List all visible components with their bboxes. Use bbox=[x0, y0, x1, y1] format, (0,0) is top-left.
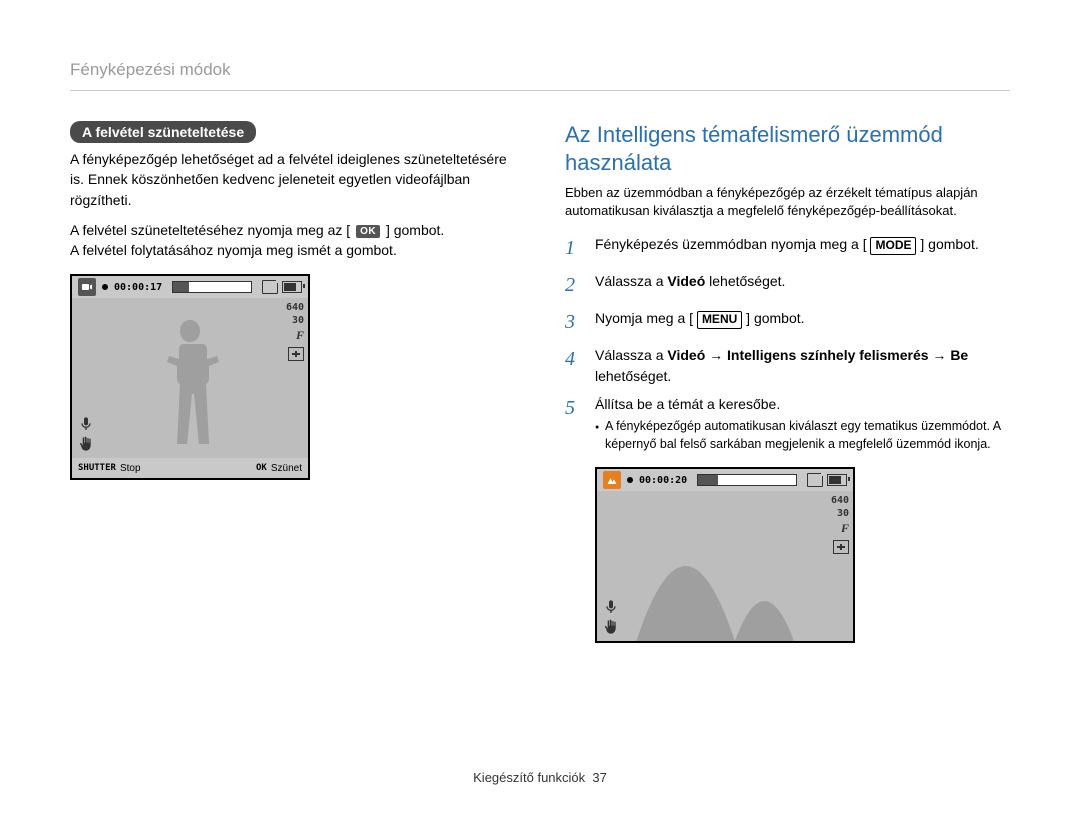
section-header: Fényképezési módok bbox=[70, 60, 1010, 91]
mic-icon bbox=[603, 599, 619, 615]
step-number: 1 bbox=[565, 234, 583, 263]
step1-pre: Fényképezés üzemmódban nyomja meg a [ bbox=[595, 236, 867, 252]
lcd-topbar: 00:00:17 bbox=[72, 276, 308, 298]
left-column: A felvétel szüneteltetése A fényképezőgé… bbox=[70, 121, 515, 756]
lcd-progress bbox=[172, 281, 252, 293]
step4-pre: Válassza a bbox=[595, 347, 667, 363]
right-column: Az Intelligens témafelismerő üzemmód has… bbox=[565, 121, 1010, 756]
landscape-mode-icon bbox=[603, 471, 621, 489]
mode-button-label: MODE bbox=[870, 237, 916, 255]
left-paragraph-2: A felvétel szüneteltetéséhez nyomja meg … bbox=[70, 220, 515, 261]
page: Fényképezési módok A felvétel szünetelte… bbox=[0, 0, 1080, 815]
video-mode-icon bbox=[78, 278, 96, 296]
camera-lcd-recording: 00:00:17 640 30 F bbox=[70, 274, 310, 480]
battery-icon bbox=[282, 281, 302, 293]
step-number: 5 bbox=[565, 394, 583, 453]
battery-icon bbox=[827, 474, 847, 486]
lcd-fps-2: 30 bbox=[837, 508, 849, 519]
lcd-status-icons bbox=[262, 280, 302, 294]
step3-post: ] gombot. bbox=[746, 310, 804, 326]
lcd-ok-label: OK bbox=[256, 463, 267, 473]
step3-pre: Nyomja meg a [ bbox=[595, 310, 693, 326]
stabilizer-icon bbox=[78, 436, 94, 452]
lcd-resolution: 640 bbox=[286, 302, 304, 313]
p2-post: ] gombot. bbox=[386, 222, 444, 238]
lcd-content: 640 30 F bbox=[597, 491, 853, 641]
section-title: Az Intelligens témafelismerő üzemmód has… bbox=[565, 121, 1010, 176]
step2-post: lehetőséget. bbox=[705, 273, 785, 289]
p2-pre: A felvétel szüneteltetéséhez nyomja meg … bbox=[70, 222, 350, 238]
step2-bold: Videó bbox=[667, 273, 705, 289]
footer-page: 37 bbox=[592, 770, 606, 785]
content-columns: A felvétel szüneteltetése A fényképezőgé… bbox=[70, 121, 1010, 756]
step4-bold: Videó → Intelligens színhely felismerés … bbox=[667, 347, 968, 363]
step-number: 4 bbox=[565, 345, 583, 386]
sdcard-icon bbox=[807, 473, 823, 487]
mountains-silhouette bbox=[597, 521, 853, 641]
lcd-shutter-label: SHUTTER bbox=[78, 463, 116, 473]
record-indicator-icon bbox=[627, 477, 633, 483]
step5-sub: A fényképezőgép automatikusan kiválaszt … bbox=[595, 418, 1010, 453]
step5-text: Állítsa be a témát a keresőbe. bbox=[595, 396, 780, 412]
subheading-pill: A felvétel szüneteltetése bbox=[70, 121, 256, 143]
step-3: 3 Nyomja meg a [ MENU ] gombot. bbox=[565, 308, 1010, 337]
section-intro: Ebben az üzemmódban a fényképezőgép az é… bbox=[565, 184, 1010, 220]
lcd-topbar: 00:00:20 bbox=[597, 469, 853, 491]
f-icon: F bbox=[296, 328, 304, 343]
lcd-status-icons bbox=[807, 473, 847, 487]
mic-icon bbox=[78, 416, 94, 432]
record-indicator-icon bbox=[102, 284, 108, 290]
lcd-fps: 30 bbox=[292, 315, 304, 326]
lcd-stop-text: Stop bbox=[120, 463, 141, 474]
step-number: 2 bbox=[565, 271, 583, 300]
ok-button-icon: OK bbox=[356, 225, 380, 238]
lcd-right-info: 640 30 F bbox=[286, 302, 304, 361]
stabilizer-icon bbox=[603, 619, 619, 635]
metering-icon bbox=[288, 347, 304, 361]
left-paragraph-1: A fényképezőgép lehetőséget ad a felvéte… bbox=[70, 149, 515, 210]
lcd-content: 640 30 F bbox=[72, 298, 308, 458]
lcd-bottombar: SHUTTER Stop OK Szünet bbox=[72, 458, 308, 478]
step-1: 1 Fényképezés üzemmódban nyomja meg a [ … bbox=[565, 234, 1010, 263]
lcd-preview-right: 00:00:20 640 30 F bbox=[565, 467, 1010, 643]
step4-post: lehetőséget. bbox=[595, 368, 671, 384]
lcd-resolution-2: 640 bbox=[831, 495, 849, 506]
p3: A felvétel folytatásához nyomja meg ismé… bbox=[70, 242, 397, 258]
step-2: 2 Válassza a Videó lehetőséget. bbox=[565, 271, 1010, 300]
menu-button-label: MENU bbox=[697, 311, 742, 329]
page-footer: Kiegészítő funkciók 37 bbox=[70, 756, 1010, 785]
lcd-preview-left: 00:00:17 640 30 F bbox=[70, 274, 515, 480]
step1-post: ] gombot. bbox=[920, 236, 978, 252]
lcd-progress bbox=[697, 474, 797, 486]
person-silhouette bbox=[150, 318, 230, 458]
footer-label: Kiegészítő funkciók bbox=[473, 770, 585, 785]
lcd-time-2: 00:00:20 bbox=[639, 475, 687, 486]
camera-lcd-scene: 00:00:20 640 30 F bbox=[595, 467, 855, 643]
lcd-time: 00:00:17 bbox=[114, 282, 162, 293]
lcd-pause-text: Szünet bbox=[271, 463, 302, 474]
step2-pre: Válassza a bbox=[595, 273, 667, 289]
step-4: 4 Válassza a Videó → Intelligens színhel… bbox=[565, 345, 1010, 386]
step-number: 3 bbox=[565, 308, 583, 337]
step-5: 5 Állítsa be a témát a keresőbe. A fényk… bbox=[565, 394, 1010, 453]
sdcard-icon bbox=[262, 280, 278, 294]
steps-list: 1 Fényképezés üzemmódban nyomja meg a [ … bbox=[565, 234, 1010, 453]
